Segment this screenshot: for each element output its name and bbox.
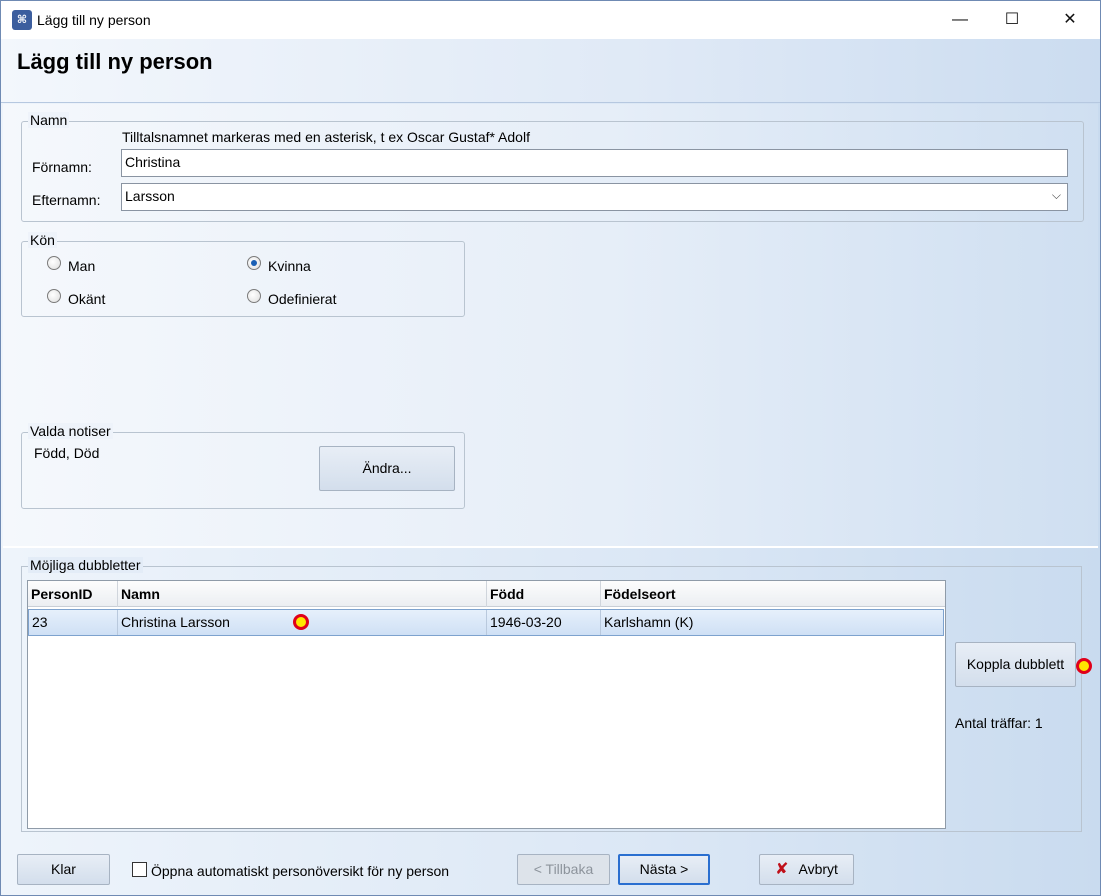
header-band: Lägg till ny person — [1, 39, 1100, 103]
radio-kvinna-label[interactable]: Kvinna — [268, 258, 311, 274]
first-name-label: Förnamn: — [32, 159, 92, 175]
link-marker-icon — [1076, 658, 1092, 674]
hits-count: Antal träffar: 1 — [955, 715, 1043, 731]
chevron-down-icon[interactable]: ⌵ — [1052, 188, 1061, 203]
next-button[interactable]: Nästa > — [618, 854, 710, 885]
duplicate-marker-icon — [293, 614, 309, 630]
window-title: Lägg till ny person — [37, 12, 151, 28]
radio-man-label[interactable]: Man — [68, 258, 95, 274]
tree-icon: ⌘ — [12, 10, 32, 30]
cancel-button-label: Avbryt — [798, 861, 838, 877]
last-name-combobox[interactable]: Larsson ⌵ — [121, 183, 1068, 211]
table-row[interactable]: 23 Christina Larsson 1946-03-20 Karlsham… — [28, 609, 944, 636]
duplicates-group-legend: Möjliga dubbletter — [28, 557, 143, 573]
notices-group: Valda notiser Född, Död Ändra... — [21, 423, 465, 509]
duplicates-group: Möjliga dubbletter PersonID Namn Född Fö… — [21, 557, 1092, 832]
column-header-personid[interactable]: PersonID — [28, 581, 118, 607]
maximize-icon[interactable]: ☐ — [983, 1, 1041, 39]
minimize-icon[interactable]: — — [931, 1, 989, 39]
gender-group-legend: Kön — [28, 232, 57, 248]
page-title: Lägg till ny person — [17, 49, 213, 74]
done-button[interactable]: Klar — [17, 854, 110, 885]
column-header-namn[interactable]: Namn — [118, 581, 487, 607]
cell-fodelseort: Karlshamn (K) — [604, 614, 694, 630]
radio-okant[interactable] — [47, 289, 61, 303]
change-notices-button[interactable]: Ändra... — [319, 446, 455, 491]
name-hint: Tilltalsnamnet markeras med en asterisk,… — [122, 129, 530, 145]
name-group: Namn Tilltalsnamnet markeras med en aste… — [21, 112, 1084, 222]
notices-group-legend: Valda notiser — [28, 423, 113, 439]
radio-kvinna[interactable] — [247, 256, 261, 270]
radio-odefinierat-label[interactable]: Odefinierat — [268, 291, 336, 307]
column-header-fodelseort[interactable]: Födelseort — [601, 581, 945, 607]
close-icon[interactable]: ✕ — [1041, 1, 1099, 39]
cancel-x-icon: ✘ — [775, 861, 789, 878]
column-header-fodd[interactable]: Född — [487, 581, 601, 607]
table-header: PersonID Namn Född Födelseort — [28, 581, 945, 607]
gender-group: Kön Man Kvinna Okänt Odefinierat — [21, 232, 465, 317]
title-bar[interactable]: ⌘ Lägg till ny person — ☐ ✕ — [1, 1, 1100, 39]
cancel-button[interactable]: ✘ Avbryt — [759, 854, 854, 885]
name-group-legend: Namn — [28, 112, 70, 128]
radio-man[interactable] — [47, 256, 61, 270]
dialog-window: ⌘ Lägg till ny person — ☐ ✕ Lägg till ny… — [0, 0, 1101, 896]
last-name-value: Larsson — [125, 188, 175, 204]
auto-open-label[interactable]: Öppna automatiskt personöversikt för ny … — [151, 863, 449, 879]
auto-open-checkbox[interactable] — [132, 862, 147, 877]
cell-fodd: 1946-03-20 — [487, 610, 601, 635]
link-duplicate-button[interactable]: Koppla dubblett — [955, 642, 1076, 687]
radio-okant-label[interactable]: Okänt — [68, 291, 105, 307]
first-name-input[interactable]: Christina — [121, 149, 1068, 177]
radio-odefinierat[interactable] — [247, 289, 261, 303]
person-form: Namn Tilltalsnamnet markeras med en aste… — [3, 104, 1098, 548]
last-name-label: Efternamn: — [32, 192, 101, 208]
notices-value: Född, Död — [34, 445, 100, 461]
back-button[interactable]: < Tillbaka — [517, 854, 610, 885]
duplicates-table[interactable]: PersonID Namn Född Födelseort 23 Christi… — [27, 580, 946, 829]
cell-personid: 23 — [29, 610, 118, 635]
